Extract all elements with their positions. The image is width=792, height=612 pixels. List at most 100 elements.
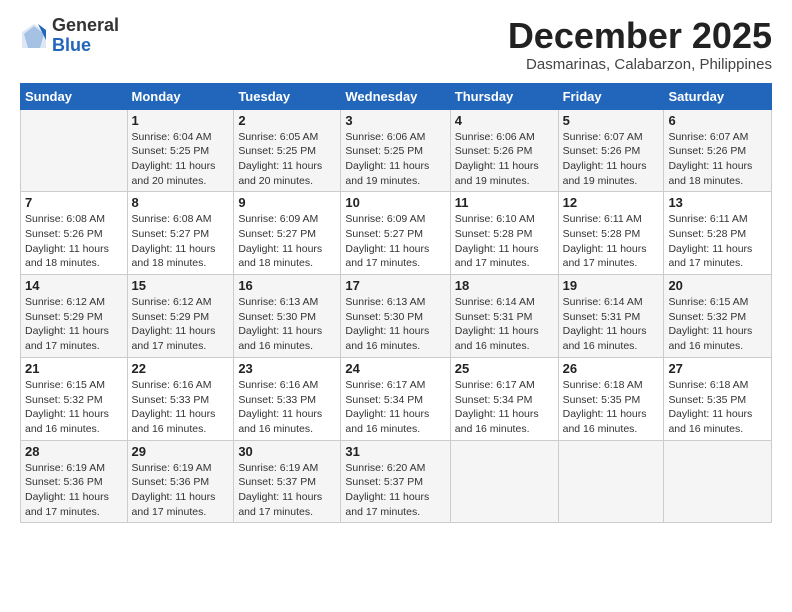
header-cell-thursday: Thursday	[450, 83, 558, 109]
day-number: 10	[345, 195, 445, 210]
day-cell: 30Sunrise: 6:19 AM Sunset: 5:37 PM Dayli…	[234, 440, 341, 523]
day-cell	[558, 440, 664, 523]
day-cell: 23Sunrise: 6:16 AM Sunset: 5:33 PM Dayli…	[234, 357, 341, 440]
day-cell: 17Sunrise: 6:13 AM Sunset: 5:30 PM Dayli…	[341, 275, 450, 358]
day-cell: 11 Sunrise: 6:10 AM Sunset: 5:28 PM Dayli…	[450, 192, 558, 275]
header-cell-saturday: Saturday	[664, 83, 772, 109]
month-title: December 2025	[508, 16, 772, 56]
calendar-body: 1Sunrise: 6:04 AM Sunset: 5:25 PM Daylig…	[21, 109, 772, 523]
day-cell: 6 Sunrise: 6:07 AM Sunset: 5:26 PM Daylig…	[664, 109, 772, 192]
day-cell: 7Sunrise: 6:08 AM Sunset: 5:26 PM Daylig…	[21, 192, 128, 275]
day-cell	[21, 109, 128, 192]
calendar-header: SundayMondayTuesdayWednesdayThursdayFrid…	[21, 83, 772, 109]
day-cell: 19 Sunrise: 6:14 AM Sunset: 5:31 PM Dayli…	[558, 275, 664, 358]
week-row-3: 21 Sunrise: 6:15 AM Sunset: 5:32 PM Dayli…	[21, 357, 772, 440]
day-info: Sunrise: 6:09 AM Sunset: 5:27 PM Dayligh…	[345, 212, 445, 271]
day-cell: 14Sunrise: 6:12 AM Sunset: 5:29 PM Dayli…	[21, 275, 128, 358]
day-info: Sunrise: 6:09 AM Sunset: 5:27 PM Dayligh…	[238, 212, 336, 271]
day-number: 20	[668, 278, 767, 293]
day-cell: 22Sunrise: 6:16 AM Sunset: 5:33 PM Dayli…	[127, 357, 234, 440]
logo: General Blue	[20, 16, 119, 56]
day-cell: 2 Sunrise: 6:05 AM Sunset: 5:25 PM Daylig…	[234, 109, 341, 192]
day-cell: 21 Sunrise: 6:15 AM Sunset: 5:32 PM Dayli…	[21, 357, 128, 440]
day-info: Sunrise: 6:19 AM Sunset: 5:36 PM Dayligh…	[132, 461, 230, 520]
day-info: Sunrise: 6:11 AM Sunset: 5:28 PM Dayligh…	[563, 212, 660, 271]
week-row-0: 1Sunrise: 6:04 AM Sunset: 5:25 PM Daylig…	[21, 109, 772, 192]
day-cell	[450, 440, 558, 523]
day-cell: 24 Sunrise: 6:17 AM Sunset: 5:34 PM Dayli…	[341, 357, 450, 440]
day-cell: 20 Sunrise: 6:15 AM Sunset: 5:32 PM Dayli…	[664, 275, 772, 358]
day-cell: 9 Sunrise: 6:09 AM Sunset: 5:27 PM Daylig…	[234, 192, 341, 275]
day-cell: 13 Sunrise: 6:11 AM Sunset: 5:28 PM Dayli…	[664, 192, 772, 275]
day-info: Sunrise: 6:11 AM Sunset: 5:28 PM Dayligh…	[668, 212, 767, 271]
day-info: Sunrise: 6:05 AM Sunset: 5:25 PM Dayligh…	[238, 130, 336, 189]
day-info: Sunrise: 6:07 AM Sunset: 5:26 PM Dayligh…	[563, 130, 660, 189]
day-number: 9	[238, 195, 336, 210]
day-number: 29	[132, 444, 230, 459]
day-cell: 18Sunrise: 6:14 AM Sunset: 5:31 PM Dayli…	[450, 275, 558, 358]
day-info: Sunrise: 6:18 AM Sunset: 5:35 PM Dayligh…	[668, 378, 767, 437]
day-number: 31	[345, 444, 445, 459]
header-row: SundayMondayTuesdayWednesdayThursdayFrid…	[21, 83, 772, 109]
day-info: Sunrise: 6:06 AM Sunset: 5:26 PM Dayligh…	[455, 130, 554, 189]
logo-text: General Blue	[52, 16, 119, 56]
header-cell-monday: Monday	[127, 83, 234, 109]
header: General Blue December 2025 Dasmarinas, C…	[20, 16, 772, 73]
week-row-4: 28 Sunrise: 6:19 AM Sunset: 5:36 PM Dayli…	[21, 440, 772, 523]
day-number: 11	[455, 195, 554, 210]
day-info: Sunrise: 6:19 AM Sunset: 5:37 PM Dayligh…	[238, 461, 336, 520]
day-number: 15	[132, 278, 230, 293]
day-number: 23	[238, 361, 336, 376]
day-info: Sunrise: 6:10 AM Sunset: 5:28 PM Dayligh…	[455, 212, 554, 271]
day-info: Sunrise: 6:17 AM Sunset: 5:34 PM Dayligh…	[345, 378, 445, 437]
day-number: 6	[668, 113, 767, 128]
calendar-table: SundayMondayTuesdayWednesdayThursdayFrid…	[20, 83, 772, 524]
day-cell: 1Sunrise: 6:04 AM Sunset: 5:25 PM Daylig…	[127, 109, 234, 192]
day-number: 12	[563, 195, 660, 210]
day-cell: 25 Sunrise: 6:17 AM Sunset: 5:34 PM Dayli…	[450, 357, 558, 440]
day-info: Sunrise: 6:20 AM Sunset: 5:37 PM Dayligh…	[345, 461, 445, 520]
header-cell-tuesday: Tuesday	[234, 83, 341, 109]
day-number: 3	[345, 113, 445, 128]
day-number: 8	[132, 195, 230, 210]
day-info: Sunrise: 6:06 AM Sunset: 5:25 PM Dayligh…	[345, 130, 445, 189]
day-info: Sunrise: 6:12 AM Sunset: 5:29 PM Dayligh…	[132, 295, 230, 354]
day-number: 14	[25, 278, 123, 293]
day-number: 2	[238, 113, 336, 128]
day-info: Sunrise: 6:04 AM Sunset: 5:25 PM Dayligh…	[132, 130, 230, 189]
day-cell: 3 Sunrise: 6:06 AM Sunset: 5:25 PM Daylig…	[341, 109, 450, 192]
day-cell: 26 Sunrise: 6:18 AM Sunset: 5:35 PM Dayli…	[558, 357, 664, 440]
day-info: Sunrise: 6:08 AM Sunset: 5:26 PM Dayligh…	[25, 212, 123, 271]
day-cell	[664, 440, 772, 523]
day-cell: 4Sunrise: 6:06 AM Sunset: 5:26 PM Daylig…	[450, 109, 558, 192]
day-number: 28	[25, 444, 123, 459]
day-info: Sunrise: 6:17 AM Sunset: 5:34 PM Dayligh…	[455, 378, 554, 437]
header-cell-friday: Friday	[558, 83, 664, 109]
day-info: Sunrise: 6:13 AM Sunset: 5:30 PM Dayligh…	[238, 295, 336, 354]
day-number: 24	[345, 361, 445, 376]
day-info: Sunrise: 6:13 AM Sunset: 5:30 PM Dayligh…	[345, 295, 445, 354]
page: General Blue December 2025 Dasmarinas, C…	[0, 0, 792, 533]
day-info: Sunrise: 6:14 AM Sunset: 5:31 PM Dayligh…	[563, 295, 660, 354]
day-cell: 31 Sunrise: 6:20 AM Sunset: 5:37 PM Dayli…	[341, 440, 450, 523]
logo-general-text: General	[52, 16, 119, 36]
day-number: 19	[563, 278, 660, 293]
logo-icon	[20, 22, 48, 50]
day-info: Sunrise: 6:19 AM Sunset: 5:36 PM Dayligh…	[25, 461, 123, 520]
day-info: Sunrise: 6:15 AM Sunset: 5:32 PM Dayligh…	[668, 295, 767, 354]
day-number: 25	[455, 361, 554, 376]
day-info: Sunrise: 6:07 AM Sunset: 5:26 PM Dayligh…	[668, 130, 767, 189]
day-number: 13	[668, 195, 767, 210]
day-info: Sunrise: 6:18 AM Sunset: 5:35 PM Dayligh…	[563, 378, 660, 437]
day-cell: 8Sunrise: 6:08 AM Sunset: 5:27 PM Daylig…	[127, 192, 234, 275]
day-cell: 27 Sunrise: 6:18 AM Sunset: 5:35 PM Dayli…	[664, 357, 772, 440]
logo-blue-text: Blue	[52, 36, 119, 56]
day-number: 5	[563, 113, 660, 128]
week-row-1: 7Sunrise: 6:08 AM Sunset: 5:26 PM Daylig…	[21, 192, 772, 275]
day-number: 18	[455, 278, 554, 293]
day-info: Sunrise: 6:15 AM Sunset: 5:32 PM Dayligh…	[25, 378, 123, 437]
day-number: 27	[668, 361, 767, 376]
day-number: 21	[25, 361, 123, 376]
day-number: 26	[563, 361, 660, 376]
day-cell: 12 Sunrise: 6:11 AM Sunset: 5:28 PM Dayli…	[558, 192, 664, 275]
